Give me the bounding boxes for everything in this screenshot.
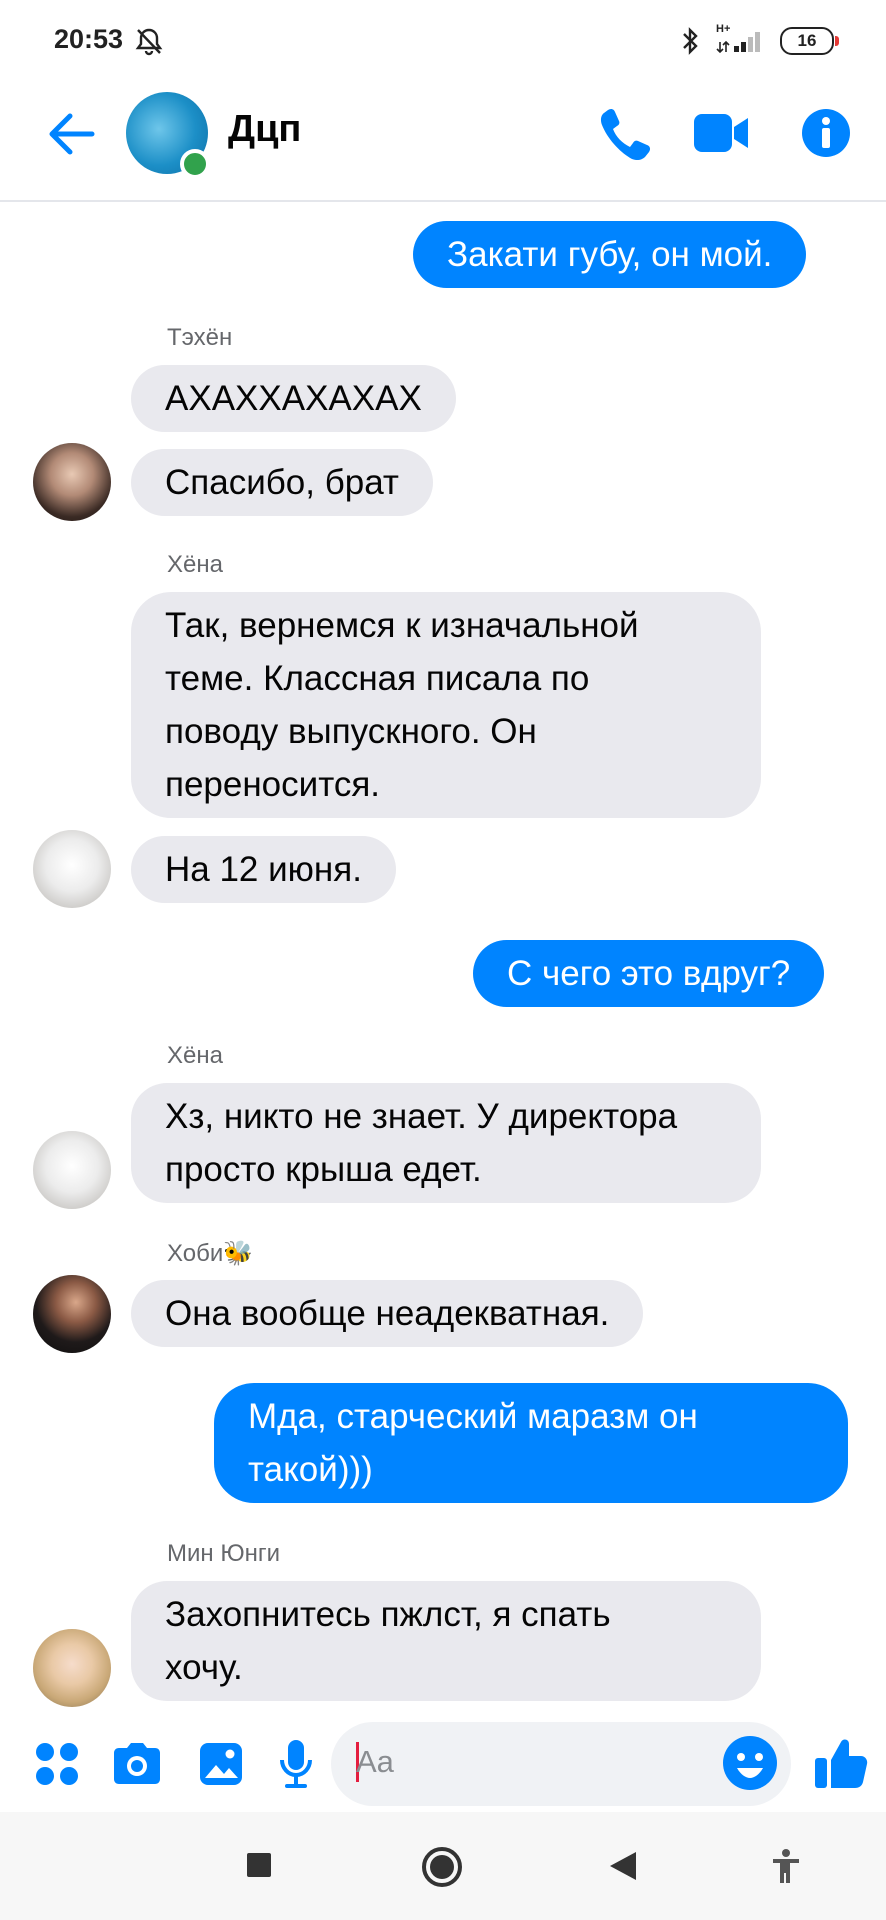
message-bubble-outgoing[interactable]: Мда, старческий маразм он такой))): [214, 1383, 848, 1503]
sender-name: Хёна: [167, 551, 223, 578]
bee-emoji: 🐝: [223, 1240, 254, 1267]
camera-icon[interactable]: [110, 1741, 164, 1787]
chat-title[interactable]: Дцп: [228, 108, 301, 151]
message-bubble-incoming[interactable]: Она вообще неадекватная.: [131, 1280, 644, 1347]
message-bubble-incoming[interactable]: АХАХХАХАХАХ: [131, 365, 456, 432]
recents-square-icon[interactable]: [246, 1852, 272, 1878]
sender-name-text: Хоби: [167, 1240, 224, 1267]
avatar[interactable]: [33, 1275, 111, 1353]
microphone-icon[interactable]: [278, 1738, 314, 1790]
thumbs-up-icon[interactable]: [813, 1734, 869, 1792]
avatar[interactable]: [33, 443, 111, 521]
message-bubble-outgoing[interactable]: С чего это вдруг?: [473, 940, 825, 1007]
status-time: 20:53: [54, 24, 124, 54]
gallery-icon[interactable]: [197, 1740, 245, 1788]
home-circle-icon[interactable]: [420, 1845, 464, 1889]
phone-icon[interactable]: [598, 106, 652, 162]
sender-name: Хёна: [167, 1042, 223, 1069]
avatar[interactable]: [33, 830, 111, 908]
info-icon[interactable]: [800, 107, 852, 159]
message-bubble-outgoing[interactable]: Закати губу, он мой.: [413, 221, 807, 288]
message-bubble-incoming[interactable]: Захопнитесь пжлст, я спать хочу.: [131, 1581, 761, 1701]
avatar[interactable]: [33, 1629, 111, 1707]
back-arrow-icon[interactable]: [44, 110, 96, 158]
avatar[interactable]: [33, 1131, 111, 1209]
accessibility-icon[interactable]: [771, 1848, 801, 1884]
video-camera-icon[interactable]: [692, 110, 752, 156]
back-triangle-icon[interactable]: [608, 1850, 638, 1882]
emoji-icon[interactable]: [722, 1735, 778, 1791]
message-input-placeholder: Aa: [356, 1744, 394, 1779]
apps-icon[interactable]: [34, 1741, 80, 1787]
message-bubble-incoming[interactable]: Так, вернемся к изначальной теме. Классн…: [131, 592, 761, 818]
signal-icon: [716, 32, 760, 54]
sender-name: Тэхён: [167, 324, 233, 351]
sender-name: Хоби🐝: [167, 1239, 253, 1268]
message-bubble-incoming[interactable]: На 12 июня.: [131, 836, 396, 903]
bluetooth-icon: [683, 27, 698, 55]
message-bubble-incoming[interactable]: Хз, никто не знает. У директора просто к…: [131, 1083, 761, 1203]
bell-off-icon: [135, 28, 163, 56]
status-bar: 20:53 H+ 16: [0, 0, 886, 80]
message-bubble-incoming[interactable]: Спасибо, брат: [131, 449, 433, 516]
battery-level: 16: [797, 31, 817, 50]
sender-name: Мин Юнги: [167, 1540, 280, 1567]
battery-icon: 16: [780, 27, 839, 55]
online-status-dot: [180, 149, 210, 179]
